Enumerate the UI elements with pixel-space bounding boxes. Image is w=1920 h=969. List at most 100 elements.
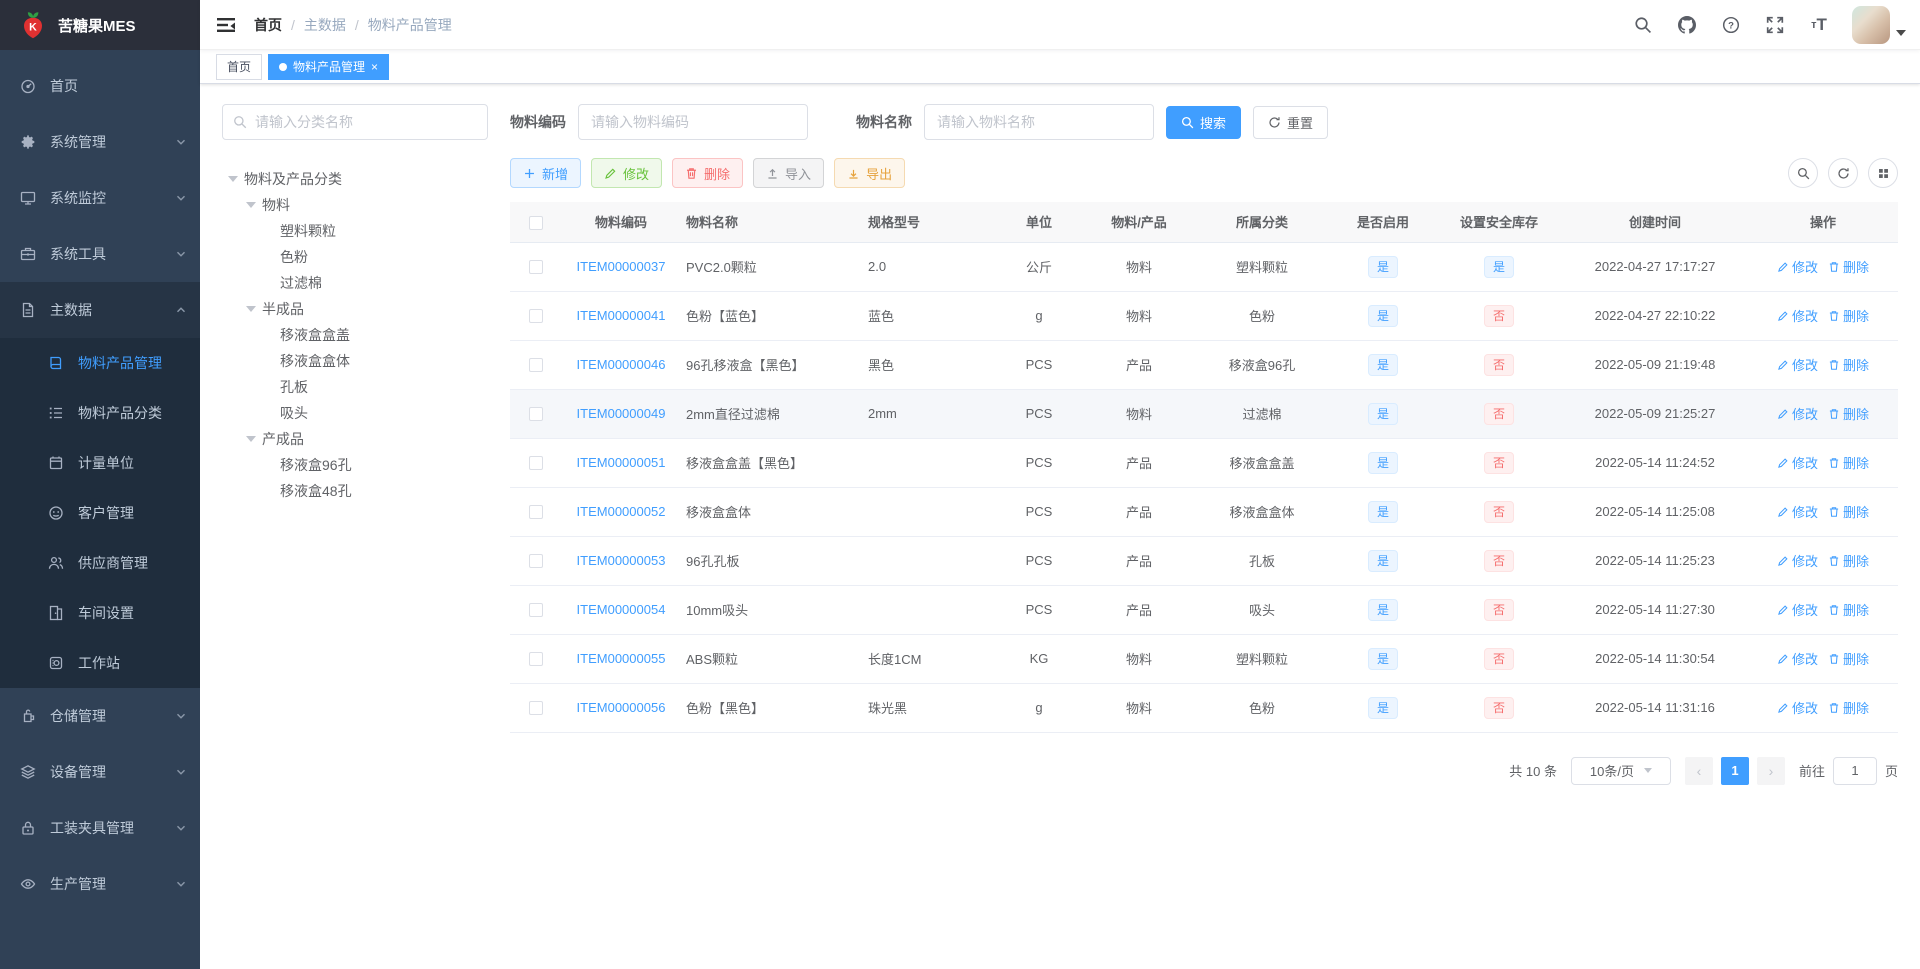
sidebar-item-system-monitor[interactable]: 系统监控: [0, 170, 200, 226]
tree-node-leaf[interactable]: 色粉: [222, 244, 488, 270]
row-checkbox[interactable]: [529, 701, 543, 716]
search-icon[interactable]: [1626, 8, 1660, 42]
item-code-link[interactable]: ITEM00000054: [577, 602, 666, 617]
tree-node-leaf[interactable]: 吸头: [222, 400, 488, 426]
avatar[interactable]: [1852, 5, 1890, 44]
select-all-checkbox[interactable]: [529, 215, 543, 230]
sidebar-item-system-tools[interactable]: 系统工具: [0, 226, 200, 282]
sidebar-item-material-product-category[interactable]: 物料产品分类: [0, 388, 200, 438]
item-code-link[interactable]: ITEM00000046: [577, 357, 666, 372]
row-delete-link[interactable]: 删除: [1828, 453, 1869, 472]
tree-expand-icon[interactable]: [228, 176, 238, 182]
row-edit-link[interactable]: 修改: [1777, 600, 1818, 619]
item-code-link[interactable]: ITEM00000037: [577, 259, 666, 274]
row-checkbox[interactable]: [529, 652, 543, 667]
tree-node-group[interactable]: 产成品: [222, 426, 488, 452]
user-menu[interactable]: [1846, 5, 1906, 44]
row-edit-link[interactable]: 修改: [1777, 306, 1818, 325]
row-edit-link[interactable]: 修改: [1777, 551, 1818, 570]
row-checkbox[interactable]: [529, 260, 543, 275]
logo[interactable]: K 苦糖果MES: [0, 0, 200, 50]
toggle-search-button[interactable]: [1788, 158, 1818, 188]
row-checkbox[interactable]: [529, 358, 543, 373]
tree-expand-icon[interactable]: [246, 436, 256, 442]
category-search-input[interactable]: [255, 114, 477, 130]
tree-node-leaf[interactable]: 移液盒48孔: [222, 478, 488, 504]
sidebar-item-workshop-settings[interactable]: 车间设置: [0, 588, 200, 638]
next-page-button[interactable]: ›: [1756, 756, 1785, 785]
item-code-link[interactable]: ITEM00000041: [577, 308, 666, 323]
tree-node-leaf[interactable]: 塑料颗粒: [222, 218, 488, 244]
tree-node-root[interactable]: 物料及产品分类: [222, 166, 488, 192]
row-edit-link[interactable]: 修改: [1777, 502, 1818, 521]
row-delete-link[interactable]: 删除: [1828, 404, 1869, 423]
tab-material-product-management[interactable]: 物料产品管理 ×: [268, 53, 390, 80]
row-checkbox[interactable]: [529, 554, 543, 569]
material-code-input[interactable]: [578, 104, 808, 140]
close-icon[interactable]: ×: [371, 61, 378, 73]
font-size-icon[interactable]: тT: [1802, 8, 1836, 42]
row-edit-link[interactable]: 修改: [1777, 649, 1818, 668]
delete-button[interactable]: 删除: [672, 158, 744, 188]
tree-node-leaf[interactable]: 过滤棉: [222, 270, 488, 296]
material-name-input[interactable]: [924, 104, 1154, 140]
tree-node-leaf[interactable]: 孔板: [222, 374, 488, 400]
tab-home[interactable]: 首页: [216, 53, 263, 80]
row-delete-link[interactable]: 删除: [1828, 551, 1869, 570]
github-icon[interactable]: [1670, 8, 1704, 42]
fullscreen-icon[interactable]: [1758, 8, 1792, 42]
row-delete-link[interactable]: 删除: [1828, 698, 1869, 717]
page-size-select[interactable]: 10条/页: [1570, 756, 1671, 785]
item-code-link[interactable]: ITEM00000049: [577, 406, 666, 421]
edit-button[interactable]: 修改: [591, 158, 663, 188]
row-checkbox[interactable]: [529, 603, 543, 618]
row-delete-link[interactable]: 删除: [1828, 306, 1869, 325]
tree-expand-icon[interactable]: [246, 202, 256, 208]
item-code-link[interactable]: ITEM00000052: [577, 504, 666, 519]
breadcrumb-home[interactable]: 首页: [254, 15, 282, 35]
sidebar-item-system-management[interactable]: 系统管理: [0, 114, 200, 170]
sidebar-item-master-data[interactable]: 主数据: [0, 282, 200, 338]
item-code-link[interactable]: ITEM00000051: [577, 455, 666, 470]
item-code-link[interactable]: ITEM00000056: [577, 700, 666, 715]
row-delete-link[interactable]: 删除: [1828, 355, 1869, 374]
sidebar-item-warehouse-management[interactable]: 仓储管理: [0, 688, 200, 744]
item-code-link[interactable]: ITEM00000055: [577, 651, 666, 666]
page-number-1[interactable]: 1: [1720, 756, 1749, 785]
row-edit-link[interactable]: 修改: [1777, 257, 1818, 276]
row-delete-link[interactable]: 删除: [1828, 257, 1869, 276]
sidebar-toggle-icon[interactable]: [216, 15, 236, 35]
breadcrumb-master-data[interactable]: 主数据: [304, 15, 346, 35]
row-checkbox[interactable]: [529, 407, 543, 422]
tree-node-leaf[interactable]: 移液盒96孔: [222, 452, 488, 478]
tree-node-group[interactable]: 物料: [222, 192, 488, 218]
tree-node-leaf[interactable]: 移液盒盒盖: [222, 322, 488, 348]
sidebar-item-supplier-management[interactable]: 供应商管理: [0, 538, 200, 588]
row-edit-link[interactable]: 修改: [1777, 404, 1818, 423]
row-delete-link[interactable]: 删除: [1828, 502, 1869, 521]
sidebar-item-material-product-management[interactable]: 物料产品管理: [0, 338, 200, 388]
row-checkbox[interactable]: [529, 456, 543, 471]
sidebar-item-workstation[interactable]: 工作站: [0, 638, 200, 688]
export-button[interactable]: 导出: [834, 158, 906, 188]
tree-expand-icon[interactable]: [246, 306, 256, 312]
row-checkbox[interactable]: [529, 309, 543, 324]
columns-button[interactable]: [1868, 158, 1898, 188]
row-edit-link[interactable]: 修改: [1777, 698, 1818, 717]
search-button[interactable]: 搜索: [1166, 105, 1242, 139]
sidebar-item-measure-unit[interactable]: 计量单位: [0, 438, 200, 488]
row-edit-link[interactable]: 修改: [1777, 355, 1818, 374]
tree-node-group[interactable]: 半成品: [222, 296, 488, 322]
row-checkbox[interactable]: [529, 505, 543, 520]
goto-page-input[interactable]: [1832, 756, 1877, 785]
row-edit-link[interactable]: 修改: [1777, 453, 1818, 472]
sidebar-item-customer-management[interactable]: 客户管理: [0, 488, 200, 538]
sidebar-item-equipment-management[interactable]: 设备管理: [0, 744, 200, 800]
item-code-link[interactable]: ITEM00000053: [577, 553, 666, 568]
reset-button[interactable]: 重置: [1253, 105, 1329, 139]
tree-node-leaf[interactable]: 移液盒盒体: [222, 348, 488, 374]
add-button[interactable]: 新增: [510, 158, 582, 188]
row-delete-link[interactable]: 删除: [1828, 649, 1869, 668]
help-icon[interactable]: ?: [1714, 8, 1748, 42]
sidebar-item-home[interactable]: 首页: [0, 58, 200, 114]
